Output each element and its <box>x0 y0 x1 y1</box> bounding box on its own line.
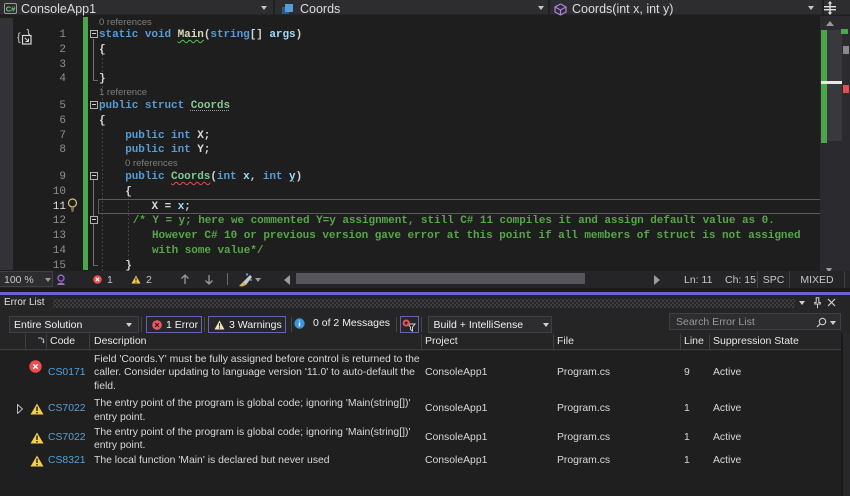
svg-text:C#: C# <box>6 4 16 13</box>
svg-text:{: { <box>17 31 21 43</box>
